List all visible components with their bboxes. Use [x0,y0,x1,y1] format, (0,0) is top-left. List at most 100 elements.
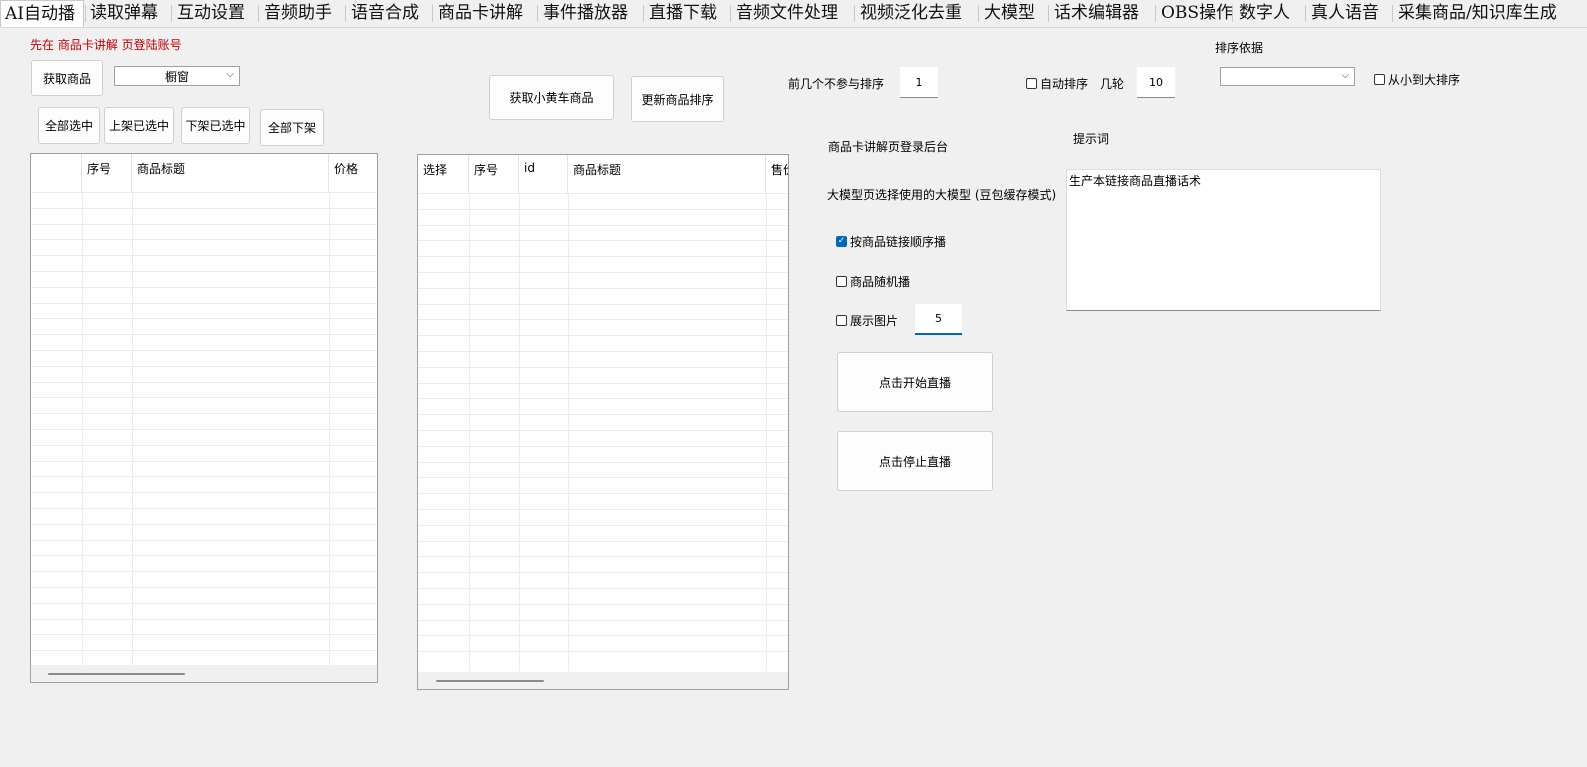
table-row[interactable] [418,287,788,303]
column-header-title[interactable]: 商品标题 [568,155,766,193]
fetch-cart-products-button[interactable]: 获取小黄车商品 [489,75,614,120]
table-row[interactable] [418,493,788,508]
column-header[interactable] [31,154,82,192]
tab-llm[interactable]: 大模型 [980,0,1039,26]
sort-basis-select[interactable]: ⌵ [1220,67,1355,86]
column-divider [469,193,470,671]
tab-separator [978,5,979,22]
auto-sort-checkbox[interactable]: 自动排序 [1026,75,1088,92]
table-row[interactable] [418,398,788,413]
tab-separator [171,5,172,22]
tab-audio-assistant[interactable]: 音频助手 [260,0,336,26]
tab-separator [1392,5,1393,22]
table-row[interactable] [418,509,788,524]
table-row[interactable] [418,303,788,319]
table-row[interactable] [418,635,788,650]
prompt-textarea[interactable]: 生产本链接商品直播话术 [1066,169,1381,311]
cart-product-grid[interactable]: 选择 序号 id 商品标题 售价 [417,154,789,690]
fetch-products-button[interactable]: 获取商品 [31,60,103,96]
tab-speech-synthesis[interactable]: 语音合成 [347,0,423,26]
tab-product-card-explain[interactable]: 商品卡讲解 [434,0,527,26]
tab-separator [854,5,855,22]
column-header-sale-price[interactable]: 售价 [766,155,788,193]
skip-sort-input[interactable]: 1 [900,67,938,98]
show-image-count-input[interactable]: 5 [915,304,962,335]
tab-audio-file-processing[interactable]: 音频文件处理 [732,0,842,26]
rounds-input[interactable]: 10 [1137,67,1175,98]
table-row[interactable] [418,572,788,587]
chevron-down-icon: ⌵ [226,69,234,80]
table-row[interactable] [418,619,788,635]
column-header-index[interactable]: 序号 [469,155,519,193]
table-row[interactable] [418,477,788,492]
table-row[interactable] [418,335,788,350]
table-row[interactable] [418,272,788,287]
checkbox-box [836,276,847,287]
table-row[interactable] [418,524,788,540]
select-all-button[interactable]: 全部选中 [38,107,100,144]
sequential-play-checkbox[interactable]: ✓ 按商品链接顺序播 [836,233,946,250]
table-row[interactable] [418,556,788,571]
tab-event-player[interactable]: 事件播放器 [539,0,632,26]
table-row[interactable] [418,224,788,240]
tab-obs-operation[interactable]: OBS操作 [1157,0,1237,26]
checkbox-box [1374,74,1385,85]
sort-basis-label: 排序依据 [1215,41,1264,55]
table-row[interactable] [418,256,788,271]
tab-separator [537,5,538,22]
random-play-label: 商品随机播 [850,275,911,289]
unlist-all-button[interactable]: 全部下架 [260,109,324,146]
checkbox-box [836,315,847,326]
table-row[interactable] [418,430,788,445]
tab-interaction-settings[interactable]: 互动设置 [173,0,249,26]
column-header-title[interactable]: 商品标题 [132,154,329,192]
table-row[interactable] [418,588,788,603]
table-row[interactable] [418,445,788,461]
table-row[interactable] [418,651,788,666]
ascending-sort-label: 从小到大排序 [1388,73,1461,87]
table-row[interactable] [418,414,788,429]
random-play-checkbox[interactable]: 商品随机播 [836,273,910,290]
column-divider [329,192,330,666]
ascending-sort-checkbox[interactable]: 从小到大排序 [1374,71,1460,88]
start-live-button[interactable]: 点击开始直播 [837,352,993,412]
table-row[interactable] [418,208,788,224]
product-source-select[interactable]: 橱窗 ⌵ [114,66,240,86]
tab-collect-products[interactable]: 采集商品/知识库生成 [1394,0,1561,26]
column-divider [568,193,569,671]
horizontal-scrollbar[interactable] [31,665,377,682]
horizontal-scrollbar[interactable] [418,672,788,689]
table-row[interactable] [418,603,788,619]
table-row[interactable] [418,461,788,477]
tab-digital-human[interactable]: 数字人 [1235,0,1294,26]
column-header-select[interactable]: 选择 [418,155,469,193]
tab-ai-auto-play[interactable]: AI自动播 [0,0,84,27]
column-header-index[interactable]: 序号 [82,154,132,192]
table-row[interactable] [418,351,788,366]
tab-read-danmaku[interactable]: 读取弹幕 [86,0,162,26]
table-row[interactable] [418,382,788,398]
column-header-id[interactable]: id [519,155,568,193]
tab-real-voice[interactable]: 真人语音 [1307,0,1383,26]
list-selected-button[interactable]: 上架已选中 [104,107,174,144]
product-source-value: 橱窗 [164,69,189,84]
scrollbar-thumb[interactable] [436,680,544,682]
table-row[interactable] [418,240,788,255]
table-row[interactable] [418,540,788,556]
tab-separator [432,5,433,22]
update-product-sort-button[interactable]: 更新商品排序 [631,76,724,122]
column-divider [519,193,520,671]
show-image-checkbox[interactable]: 展示图片 [836,312,898,329]
tab-script-editor[interactable]: 话术编辑器 [1050,0,1143,26]
table-row[interactable] [418,366,788,382]
stop-live-button[interactable]: 点击停止直播 [837,431,993,491]
table-row[interactable] [418,319,788,334]
product-grid[interactable]: 序号 商品标题 价格 [30,153,378,683]
tab-live-download[interactable]: 直播下载 [645,0,721,26]
scrollbar-thumb[interactable] [48,673,185,675]
unlist-selected-button[interactable]: 下架已选中 [181,107,250,144]
column-header-price[interactable]: 价格 [329,154,377,192]
tab-video-dedup[interactable]: 视频泛化去重 [856,0,966,26]
table-row[interactable] [418,193,788,208]
column-divider [82,192,83,666]
